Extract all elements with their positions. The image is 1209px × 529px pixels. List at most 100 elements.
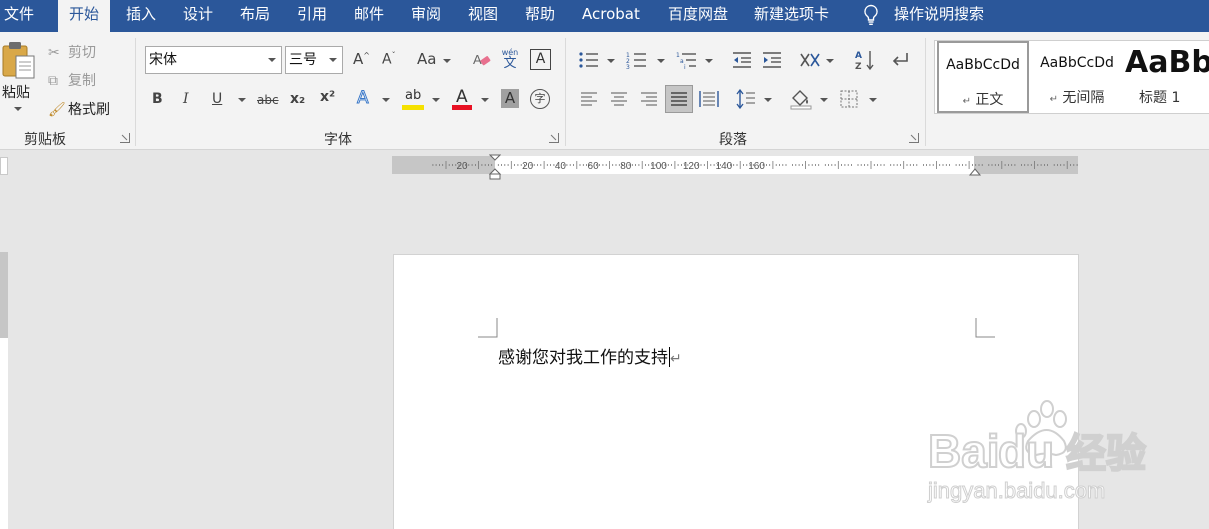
ruler-label: 80 [620, 161, 632, 172]
ribbon-home: 粘贴 ✂剪切 ⧉复制 🖌格式刷 剪贴板 宋体 三号 A^ Aˇ Aa A [0, 32, 1209, 150]
font-color-button[interactable]: A [452, 87, 474, 112]
tab-review[interactable]: 审阅 [411, 0, 441, 32]
clipboard-launcher-icon[interactable] [120, 133, 130, 143]
subscript-button[interactable]: x₂ [290, 92, 305, 106]
underline-dropdown-icon[interactable] [238, 98, 246, 102]
vertical-ruler[interactable] [0, 252, 8, 529]
highlight-button[interactable]: ab [402, 88, 424, 112]
sort-icon[interactable]: AZ [855, 49, 875, 71]
strikethrough-button[interactable]: abc [257, 94, 279, 106]
tab-insert[interactable]: 插入 [126, 0, 156, 32]
document-body-text[interactable]: 感谢您对我工作的支持 ↵ [498, 343, 682, 368]
group-divider [565, 38, 566, 146]
tab-acrobat[interactable]: Acrobat [582, 0, 640, 32]
underline-button[interactable]: U [212, 92, 222, 106]
horizontal-ruler[interactable]: 20 20 40 60 80 100 120 140 160 [392, 154, 1078, 180]
tab-baidu-netdisk[interactable]: 百度网盘 [668, 0, 728, 32]
group-divider [925, 38, 926, 146]
svg-text:3: 3 [626, 64, 630, 70]
phonetic-guide-button[interactable]: wén 文 [499, 48, 521, 72]
copy-icon: ⧉ [48, 73, 58, 89]
line-spacing-icon[interactable] [736, 89, 756, 109]
style-no-spacing[interactable]: AaBbCcDd ↵ 无间隔 [1031, 41, 1123, 113]
tab-mailings[interactable]: 邮件 [354, 0, 384, 32]
superscript-button[interactable]: x² [320, 90, 335, 104]
change-case-dropdown-icon[interactable] [443, 59, 451, 63]
italic-button[interactable]: I [183, 92, 189, 106]
tab-file[interactable]: 文件 [4, 0, 34, 32]
character-border-button[interactable]: A [530, 49, 551, 70]
show-marks-icon[interactable] [890, 50, 910, 70]
tab-view[interactable]: 视图 [468, 0, 498, 32]
style-sample: AaBb [1125, 45, 1209, 80]
tab-references[interactable]: 引用 [297, 0, 327, 32]
font-family-combo[interactable]: 宋体 [145, 46, 282, 74]
styles-gallery: AaBbCcDd ↵ 正文 AaBbCcDd ↵ 无间隔 AaBb 标题 1 [934, 40, 1209, 114]
align-left-icon[interactable] [580, 91, 598, 107]
copy-button[interactable]: ⧉ 复制 [48, 70, 96, 90]
shading-icon[interactable] [790, 88, 812, 110]
distributed-icon[interactable] [699, 90, 719, 108]
tab-new-tab[interactable]: 新建选项卡 [754, 0, 829, 32]
borders-dropdown-icon[interactable] [869, 98, 877, 102]
scissors-icon: ✂ [48, 45, 60, 61]
format-painter-button[interactable]: 🖌 格式刷 [48, 99, 110, 119]
shading-dropdown-icon[interactable] [820, 98, 828, 102]
svg-text:A: A [855, 51, 862, 61]
multilevel-list-icon[interactable]: 1ai [676, 50, 698, 70]
borders-icon[interactable] [840, 90, 858, 108]
paste-icon[interactable] [2, 40, 36, 80]
bold-button[interactable]: B [152, 92, 163, 106]
ruler-label: 40 [555, 161, 567, 172]
chevron-down-icon[interactable] [329, 58, 337, 62]
paragraph-launcher-icon[interactable] [909, 133, 919, 143]
paste-button[interactable]: 粘贴 [2, 82, 30, 102]
clear-formatting-icon[interactable]: A [472, 50, 492, 70]
highlight-dropdown-icon[interactable] [432, 98, 440, 102]
chinese-layout-dropdown-icon[interactable] [826, 59, 834, 63]
chinese-layout-icon[interactable] [799, 50, 821, 70]
font-color-dropdown-icon[interactable] [481, 98, 489, 102]
shrink-font-button[interactable]: Aˇ [382, 52, 396, 67]
text-effects-dropdown-icon[interactable] [382, 98, 390, 102]
style-sample: AaBbCcDd [1040, 55, 1114, 71]
justify-button[interactable] [665, 85, 693, 113]
ruler-tab-selector[interactable] [0, 157, 8, 175]
bullets-dropdown-icon[interactable] [607, 59, 615, 63]
font-launcher-icon[interactable] [549, 133, 559, 143]
text-effects-button[interactable]: A [357, 89, 370, 107]
cut-button[interactable]: ✂ 剪切 [48, 42, 96, 62]
font-size-value: 三号 [289, 52, 317, 68]
grow-font-button[interactable]: A^ [353, 52, 370, 67]
align-right-icon[interactable] [640, 91, 658, 107]
ruler-bar: 20 20 40 60 80 100 120 140 160 [0, 151, 1209, 181]
style-normal[interactable]: AaBbCcDd ↵ 正文 [937, 41, 1029, 113]
tab-help[interactable]: 帮助 [525, 0, 555, 32]
line-spacing-dropdown-icon[interactable] [764, 98, 772, 102]
character-shading-button[interactable]: A [501, 89, 519, 108]
right-indent-marker-icon[interactable] [969, 168, 981, 178]
enclose-characters-button[interactable]: 字 [530, 89, 550, 109]
bullets-icon[interactable] [578, 50, 600, 70]
align-center-icon[interactable] [610, 91, 628, 107]
style-sample: AaBbCcDd [946, 57, 1020, 73]
tab-layout[interactable]: 布局 [240, 0, 270, 32]
paragraph-group-label: 段落 [719, 132, 747, 148]
paste-dropdown-icon[interactable] [14, 107, 22, 111]
numbering-dropdown-icon[interactable] [657, 59, 665, 63]
clipboard-group-label: 剪贴板 [24, 132, 66, 148]
svg-text:Z: Z [855, 62, 862, 71]
multilevel-dropdown-icon[interactable] [705, 59, 713, 63]
tab-home[interactable]: 开始 [58, 0, 110, 32]
font-size-combo[interactable]: 三号 [285, 46, 343, 74]
chevron-down-icon[interactable] [268, 58, 276, 62]
style-heading-1[interactable]: AaBb 标题 1 [1123, 41, 1209, 113]
document-page[interactable]: 感谢您对我工作的支持 ↵ [393, 254, 1079, 529]
increase-indent-icon[interactable] [762, 50, 782, 70]
decrease-indent-icon[interactable] [732, 50, 752, 70]
font-family-value: 宋体 [149, 52, 177, 68]
change-case-button[interactable]: Aa [417, 52, 436, 67]
tab-design[interactable]: 设计 [183, 0, 213, 32]
numbering-icon[interactable]: 123 [626, 50, 648, 70]
indent-marker-icon[interactable] [489, 154, 501, 180]
